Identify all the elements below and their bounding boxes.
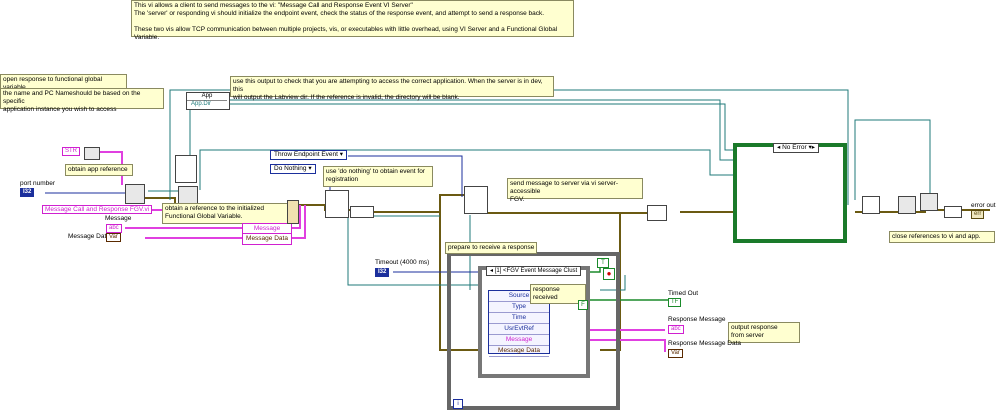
loop-stop-terminal[interactable]: ● [603, 268, 615, 280]
close-refs-comment: close references to vi and app. [889, 231, 995, 243]
merge-errors-node[interactable] [944, 206, 962, 218]
close-reference-1[interactable] [898, 196, 916, 214]
bundle-message-data-field: Message Data [246, 235, 288, 242]
event-field-usrevtref: UsrEvtRef [489, 324, 549, 335]
true-constant[interactable]: T [597, 258, 609, 268]
fgv-call-node-1[interactable] [325, 190, 349, 218]
case-selector[interactable]: ◂ No Error ▾▸ [773, 143, 819, 153]
timed-out-terminal[interactable]: TF [668, 298, 682, 307]
message-data-terminal[interactable]: Var [106, 233, 121, 242]
error-handler-node[interactable] [862, 196, 880, 214]
throw-endpoint-event-enum[interactable]: Throw Endpoint Event ▾ [270, 150, 348, 160]
false-constant[interactable]: F [578, 300, 588, 310]
timeout-label: Timeout (4000 ms) [375, 259, 430, 266]
obtain-app-ref-comment: obtain app reference [65, 164, 133, 176]
app-property-label: App [201, 93, 213, 99]
event-field-time: Time [489, 313, 549, 324]
obtain-fgv-ref-comment: obtain a reference to the initialized Fu… [162, 203, 288, 224]
error-out-label: error out [971, 202, 996, 209]
message-terminal[interactable]: abc [106, 224, 122, 233]
loop-iteration-terminal: i [453, 399, 463, 409]
app-property-node[interactable]: App App.Dir [186, 92, 230, 110]
unbundle-node-1[interactable] [350, 206, 374, 218]
event-field-message: Message [489, 335, 549, 346]
header-comment: This vi allows a client to send messages… [131, 0, 574, 41]
response-message-terminal[interactable]: abc [668, 325, 684, 334]
send-message-comment: send message to server via vi server-acc… [507, 178, 643, 203]
response-message-data-terminal[interactable]: Var [668, 349, 683, 358]
unbundle-node-2[interactable] [647, 205, 667, 221]
fgv-path-constant[interactable]: Message Call and Response FGV.vi [42, 205, 153, 214]
port-number-terminal[interactable]: I32 [20, 188, 35, 197]
do-nothing-enum[interactable]: Do Nothing ▾ [270, 164, 316, 174]
event-field-message-data: Message Data [489, 346, 549, 357]
close-reference-2[interactable] [920, 193, 938, 211]
app-dir-label: App.Dir [191, 101, 212, 107]
string-constant-terminal[interactable]: STR [62, 147, 80, 156]
fgv-call-node-2[interactable] [464, 186, 488, 214]
nameshould-comment: the name and PC Nameshould be based on t… [0, 88, 164, 113]
open-app-ref-node[interactable] [84, 147, 100, 160]
message-label: Message [105, 215, 132, 222]
output-check-comment: use this output to check that you are at… [230, 76, 554, 101]
open-application-reference[interactable] [125, 184, 145, 204]
bundle-by-name[interactable]: Message Message Data [242, 223, 292, 245]
unbundle-small-node[interactable] [287, 200, 299, 224]
error-out-terminal[interactable]: err [971, 210, 985, 219]
response-message-label: Response Message [668, 316, 726, 323]
vi-icon [175, 155, 197, 183]
event-case-selector[interactable]: ◂ [1] <FGV Event Message Clust [486, 266, 582, 276]
message-data-label: Message Data [68, 233, 110, 240]
prepare-response-comment: prepare to receive a response [445, 242, 538, 254]
response-message-data-label: Response Message Data [668, 340, 741, 347]
timeout-terminal[interactable]: I32 [375, 268, 390, 277]
port-number-label: port number [20, 180, 56, 187]
bundle-message-field: Message [243, 224, 291, 234]
case-structure[interactable]: ◂ No Error ▾▸ [733, 143, 847, 243]
event-structure[interactable]: ◂ [1] <FGV Event Message Clust Source Ty… [478, 266, 590, 378]
do-nothing-comment: use 'do nothing' to obtain event for reg… [323, 166, 433, 187]
timed-out-label: Timed Out [668, 290, 699, 297]
